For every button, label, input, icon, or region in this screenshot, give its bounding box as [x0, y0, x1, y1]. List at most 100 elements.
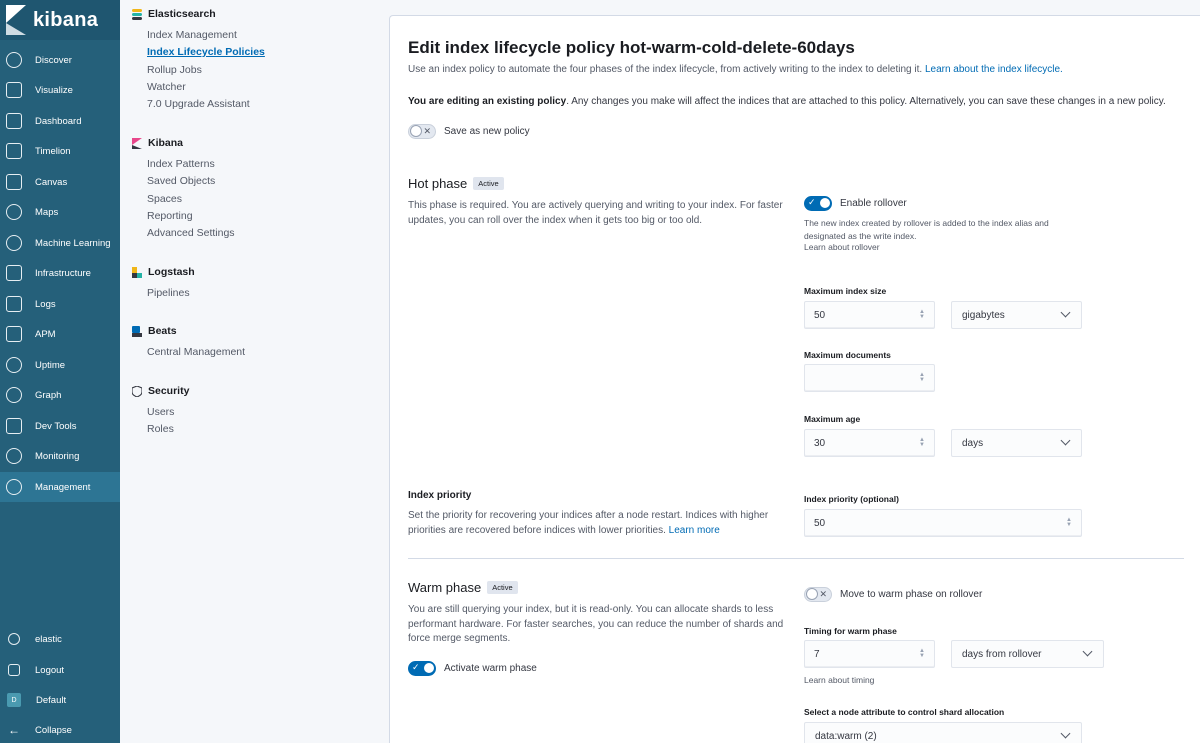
- sidebar-link-upgrade-assistant[interactable]: 7.0 Upgrade Assistant: [147, 98, 250, 110]
- lifecycle-docs-link[interactable]: Learn about the index lifecycle.: [925, 64, 1063, 75]
- sidebar-link-users[interactable]: Users: [147, 406, 174, 418]
- warm-timing-input[interactable]: 7 ▲ ▼: [804, 640, 935, 668]
- monitoring-icon: [6, 448, 22, 464]
- kibana-logo-icon: [6, 5, 26, 35]
- sidebar-link-central-management[interactable]: Central Management: [147, 346, 245, 358]
- nav-logout[interactable]: Logout: [0, 655, 120, 685]
- index-priority-learn-more-link[interactable]: Learn more: [669, 525, 720, 536]
- nav-item-label: APM: [35, 328, 56, 340]
- nav-item-label: Timelion: [35, 145, 71, 157]
- activate-warm-row: ✓ Activate warm phase: [408, 661, 537, 676]
- nav-item-infrastructure[interactable]: Infrastructure: [0, 258, 120, 288]
- section-title: Beats: [148, 325, 177, 337]
- kibana-logo[interactable]: kibana: [0, 0, 120, 40]
- index-priority-title: Index priority: [408, 490, 472, 501]
- nav-item-dashboard[interactable]: Dashboard: [0, 106, 120, 136]
- nav-collapse-label: Collapse: [35, 724, 72, 736]
- max-age-input[interactable]: 30 ▲ ▼: [804, 429, 935, 457]
- max-age-unit-select[interactable]: days: [951, 429, 1082, 457]
- nav-item-uptime[interactable]: Uptime: [0, 350, 120, 380]
- nav-item-label: Discover: [35, 54, 72, 66]
- page-intro-text: Use an index policy to automate the four…: [408, 64, 923, 75]
- nav-item-monitoring[interactable]: Monitoring: [0, 441, 120, 471]
- activate-warm-label: Activate warm phase: [444, 663, 537, 674]
- warm-timing-unit-select[interactable]: days from rollover: [951, 640, 1104, 668]
- nav-user-label: elastic: [35, 633, 62, 645]
- nav-item-label: Logs: [35, 298, 56, 310]
- max-documents-label: Maximum documents: [804, 350, 891, 360]
- nav-item-apm[interactable]: APM: [0, 319, 120, 349]
- nav-user[interactable]: elastic: [0, 624, 120, 654]
- nav-item-label: Monitoring: [35, 450, 80, 462]
- phase-divider: [408, 558, 1184, 559]
- nav-item-graph[interactable]: Graph: [0, 380, 120, 410]
- infrastructure-icon: [6, 265, 22, 281]
- warm-timing-value: 7: [814, 648, 820, 660]
- nav-item-timelion[interactable]: Timelion: [0, 136, 120, 166]
- space-avatar: D: [7, 693, 21, 707]
- elasticsearch-icon: [132, 8, 142, 20]
- nav-item-maps[interactable]: Maps: [0, 197, 120, 227]
- sidebar-link-rollup-jobs[interactable]: Rollup Jobs: [147, 64, 202, 76]
- nav-item-label: Maps: [35, 206, 59, 218]
- stepper-icon: ▲ ▼: [919, 648, 925, 659]
- nav-collapse[interactable]: ← Collapse: [0, 715, 120, 743]
- nav-item-discover[interactable]: Discover: [0, 45, 120, 75]
- nav-space[interactable]: D Default: [0, 685, 120, 715]
- sidebar-link-index-lifecycle-policies[interactable]: Index Lifecycle Policies: [147, 46, 265, 58]
- nav-item-label: Management: [35, 481, 91, 493]
- sidebar-link-spaces[interactable]: Spaces: [147, 193, 182, 205]
- move-on-rollover-label: Move to warm phase on rollover: [840, 589, 983, 600]
- node-attribute-select[interactable]: data:warm (2): [804, 722, 1082, 743]
- activate-warm-switch[interactable]: ✓: [408, 661, 436, 676]
- nav-item-canvas[interactable]: Canvas: [0, 167, 120, 197]
- nav-item-label: Machine Learning: [35, 237, 111, 249]
- sidebar-link-reporting[interactable]: Reporting: [147, 210, 193, 222]
- primary-nav: kibana Discover Visualize Dashboard Time…: [0, 0, 120, 743]
- user-icon: [8, 633, 20, 645]
- sidebar-link-watcher[interactable]: Watcher: [147, 81, 186, 93]
- editing-notice: You are editing an existing policy. Any …: [408, 96, 1166, 107]
- hot-phase-description: This phase is required. You are actively…: [408, 200, 783, 226]
- nav-item-label: Graph: [35, 389, 62, 401]
- index-priority-input[interactable]: 50 ▲ ▼: [804, 509, 1082, 537]
- index-priority-label: Index priority (optional): [804, 494, 899, 504]
- save-as-new-switch[interactable]: ✕: [408, 124, 436, 139]
- chevron-down-icon: [1060, 435, 1071, 446]
- max-documents-input[interactable]: ▲ ▼: [804, 364, 935, 392]
- nav-item-logs[interactable]: Logs: [0, 289, 120, 319]
- nav-item-label: Canvas: [35, 176, 68, 188]
- nav-item-label: Visualize: [35, 84, 73, 96]
- arrow-left-icon: ←: [8, 723, 20, 737]
- section-kibana: Kibana: [132, 137, 183, 149]
- timing-docs-link[interactable]: Learn about timing: [804, 675, 874, 685]
- sidebar-link-pipelines[interactable]: Pipelines: [147, 287, 190, 299]
- sidebar-link-roles[interactable]: Roles: [147, 423, 174, 435]
- dev-tools-icon: [6, 418, 22, 434]
- nav-item-machine-learning[interactable]: Machine Learning: [0, 228, 120, 258]
- management-sidebar: Elasticsearch Index Management Index Lif…: [120, 0, 382, 743]
- stepper-icon: ▲ ▼: [919, 372, 925, 383]
- rollover-docs-link[interactable]: Learn about rollover: [804, 242, 880, 252]
- kibana-icon: [132, 137, 142, 149]
- sidebar-link-advanced-settings[interactable]: Advanced Settings: [147, 227, 235, 239]
- max-index-size-input[interactable]: 50 ▲ ▼: [804, 301, 935, 329]
- max-index-size-unit-select[interactable]: gigabytes: [951, 301, 1082, 329]
- enable-rollover-switch[interactable]: ✓: [804, 196, 832, 211]
- nav-item-dev-tools[interactable]: Dev Tools: [0, 411, 120, 441]
- section-title: Logstash: [148, 266, 195, 278]
- section-beats: Beats: [132, 325, 177, 337]
- sidebar-link-saved-objects[interactable]: Saved Objects: [147, 175, 215, 187]
- save-as-new-label: Save as new policy: [444, 126, 530, 137]
- save-as-new-row: ✕ Save as new policy: [408, 124, 530, 139]
- sidebar-link-index-management[interactable]: Index Management: [147, 29, 237, 41]
- compass-icon: [6, 52, 22, 68]
- sidebar-link-index-patterns[interactable]: Index Patterns: [147, 158, 215, 170]
- nav-item-visualize[interactable]: Visualize: [0, 75, 120, 105]
- chevron-down-icon: [1060, 728, 1071, 739]
- nav-item-label: Infrastructure: [35, 267, 91, 279]
- nav-item-management[interactable]: Management: [0, 472, 120, 502]
- hot-phase-status-badge: Active: [473, 177, 504, 190]
- logs-icon: [6, 296, 22, 312]
- move-on-rollover-switch[interactable]: ✕: [804, 587, 832, 602]
